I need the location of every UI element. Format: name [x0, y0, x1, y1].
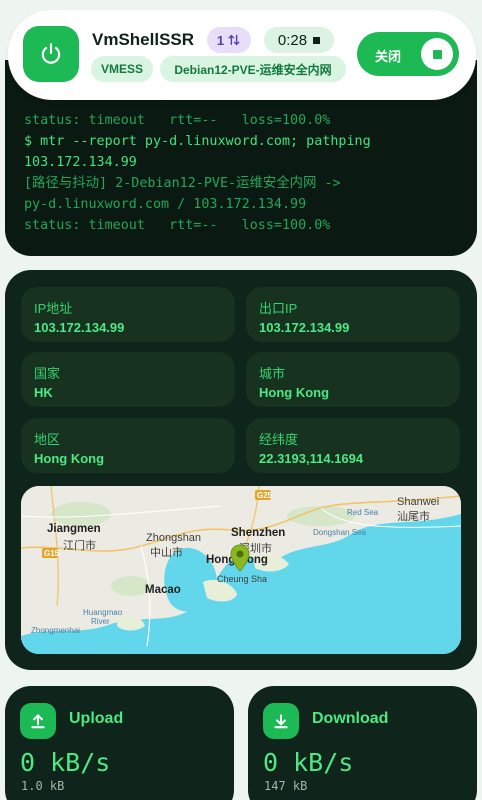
info-label: IP地址: [34, 301, 73, 316]
upload-speed: 0 kB/s: [20, 748, 111, 777]
stop-square-icon: [432, 49, 442, 59]
info-label: 出口IP: [259, 301, 298, 316]
coordinates-cell: 经纬度 22.3193,114.1694: [246, 418, 460, 473]
map-label-shenzhen: Shenzhen: [231, 527, 286, 539]
terminal-line: status: timeout rtt=-- loss=100.0%: [24, 113, 331, 128]
count-value: 1: [216, 32, 225, 48]
map-label-zhongshan-cn: 中山市: [150, 547, 183, 559]
swap-arrows-icon: [228, 34, 240, 46]
terminal-line: status: timeout rtt=-- loss=100.0%: [24, 218, 331, 233]
map-label-macao: Macao: [145, 584, 181, 596]
location-pin-icon: [230, 544, 250, 572]
info-value: 22.3193,114.1694: [259, 451, 364, 466]
ip-address-cell: IP地址 103.172.134.99: [21, 287, 235, 342]
map-label-zhongmenhai: Zhongmenhai: [31, 626, 80, 635]
upload-icon-box: [20, 703, 56, 739]
power-icon: [41, 43, 61, 64]
power-button[interactable]: [23, 26, 79, 82]
upload-icon: [31, 713, 45, 729]
info-label: 经纬度: [259, 432, 299, 447]
download-icon-box: [263, 703, 299, 739]
node-name-badge[interactable]: Debian12-PVE-运维安全内网: [160, 56, 346, 82]
info-value: Hong Kong: [34, 451, 105, 466]
stop-icon: [313, 36, 321, 44]
info-value: Hong Kong: [259, 385, 330, 400]
toggle-label: 关闭: [375, 49, 402, 64]
app-title: VmShellSSR: [92, 30, 195, 49]
map-label-cheung-sha: Cheung Sha: [217, 574, 268, 584]
map-label-shanwei-cn: 汕尾市: [397, 511, 430, 523]
ip-info-card: IP地址 103.172.134.99 出口IP 103.172.134.99 …: [5, 270, 477, 670]
map-label-dongshan-sea: Dongshan Sea: [313, 528, 366, 537]
info-label: 地区: [34, 432, 61, 447]
upload-card: Upload 0 kB/s 1.0 kB: [5, 686, 234, 800]
toggle-knob: [421, 38, 453, 70]
map-label-jiangmen: Jiangmen: [47, 523, 101, 535]
city-cell: 城市 Hong Kong: [246, 352, 460, 407]
map-label-huangmao: Huangmao: [83, 608, 123, 617]
terminal-line: 103.172.134.99: [24, 155, 137, 170]
exit-ip-cell: 出口IP 103.172.134.99: [246, 287, 460, 342]
map-label-zhongshan: Zhongshan: [146, 532, 202, 544]
session-timer: 0:28: [264, 27, 334, 53]
download-total: 147 kB: [264, 779, 308, 793]
region-cell: 地区 Hong Kong: [21, 418, 235, 473]
download-icon: [274, 714, 288, 729]
upload-title: Upload: [69, 710, 124, 727]
highway-shield-label: G25: [257, 491, 273, 500]
terminal-line: $ mtr --report py-d.linuxword.com; pathp…: [24, 134, 371, 149]
download-title: Download: [312, 710, 389, 727]
info-label: 城市: [259, 366, 286, 381]
info-label: 国家: [34, 366, 61, 381]
info-value: HK: [34, 385, 53, 400]
connection-toggle[interactable]: 关闭: [357, 32, 459, 76]
highway-shield-label: G15: [44, 549, 60, 558]
terminal-line: py-d.linuxword.com / 103.172.134.99: [24, 197, 307, 212]
upload-total: 1.0 kB: [21, 779, 65, 793]
connection-header: VmShellSSR 1 0:28 VMESS Debian12-PVE-运维安…: [8, 10, 476, 100]
info-value: 103.172.134.99: [34, 320, 125, 335]
map-label-red-sea: Red Sea: [347, 508, 379, 517]
location-map[interactable]: G15 G25 Jiangmen 江门市 Zhongshan 中山市 Shenz…: [21, 486, 461, 654]
download-card: Download 0 kB/s 147 kB: [248, 686, 477, 800]
connection-count-badge[interactable]: 1: [207, 27, 251, 53]
country-cell: 国家 HK: [21, 352, 235, 407]
map-label-shanwei: Shanwei: [397, 496, 440, 508]
protocol-badge: VMESS: [91, 56, 153, 82]
download-speed: 0 kB/s: [263, 748, 354, 777]
map-label-river: River: [91, 617, 110, 626]
terminal-line: [路径与抖动] 2-Debian12-PVE-运维安全内网 ->: [24, 176, 341, 191]
timer-value: 0:28: [277, 31, 308, 49]
map-label-jiangmen-cn: 江门市: [63, 540, 96, 552]
info-value: 103.172.134.99: [259, 320, 350, 335]
